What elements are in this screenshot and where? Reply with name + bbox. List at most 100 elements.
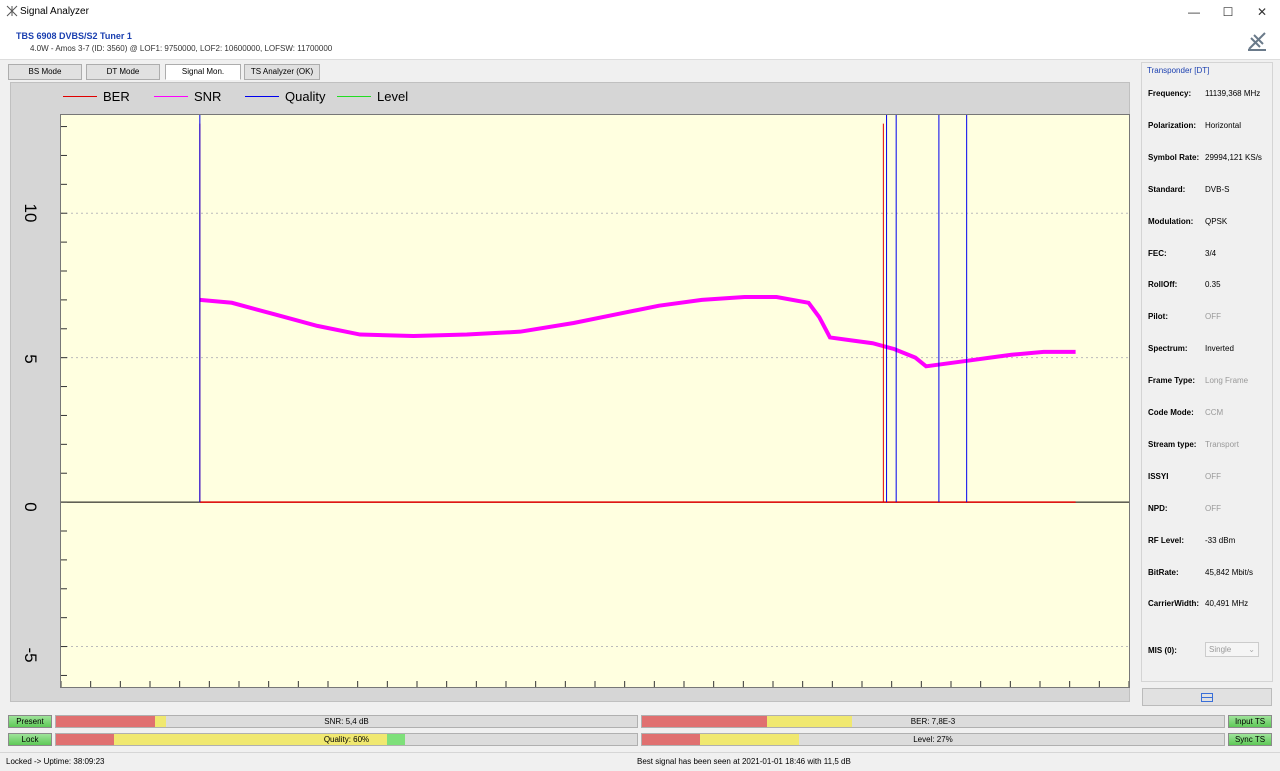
sync-ts-indicator[interactable]: Sync TS [1228, 733, 1272, 746]
transponder-field-value: OFF [1205, 312, 1221, 322]
satellite-dish-icon [1248, 32, 1266, 51]
transponder-panel: Transponder [DT] Frequency: 11139,368 MHz… [1141, 62, 1273, 682]
mis-select-value: Single [1209, 645, 1232, 654]
window-title: Signal Analyzer [20, 6, 89, 17]
transponder-field-value: Horizontal [1205, 120, 1242, 130]
transponder-row: NPD: OFF [1148, 504, 1270, 518]
satellite-info: 4.0W - Amos 3-7 (ID: 3560) @ LOF1: 97500… [30, 44, 333, 53]
quality-bar-text: Quality: 60% [323, 735, 370, 744]
transponder-field-value: 11139,368 MHz [1205, 89, 1261, 98]
app-icon [6, 5, 18, 17]
y-tick-10: 10 [21, 203, 40, 223]
tab-bs-mode[interactable]: BS Mode [8, 64, 82, 80]
present-indicator[interactable]: Present [8, 715, 52, 728]
device-name: TBS 6908 DVBS/S2 Tuner 1 [16, 31, 132, 41]
transponder-row: Polarization: Horizontal [1148, 121, 1270, 135]
series-snr-line [199, 295, 1076, 369]
transponder-field-value: DVB-S [1205, 184, 1230, 194]
tab-signal-monitor[interactable]: Signal Mon. [165, 64, 241, 80]
legend-quality: Quality [245, 89, 335, 105]
chevron-down-icon: ⌄ [1248, 645, 1255, 654]
transponder-field-value: CCM [1205, 408, 1224, 417]
transponder-field-value: Inverted [1205, 344, 1234, 354]
chart-legend: BER SNR Quality Level [11, 83, 1129, 111]
transponder-field-label: Modulation: [1148, 216, 1194, 226]
transponder-row: ISSYI OFF [1148, 472, 1270, 486]
level-bar-text: Level: 27% [913, 735, 953, 744]
transponder-field-value: OFF [1205, 471, 1221, 481]
transponder-field-label: BitRate: [1148, 567, 1179, 577]
transponder-field-label: Frame Type: [1148, 376, 1195, 386]
transponder-field-label: CarrierWidth: [1148, 599, 1200, 609]
transponder-field-value: 3/4 [1205, 248, 1217, 258]
plot-area[interactable] [60, 114, 1130, 688]
snr-bar-text: SNR: 5,4 dB [324, 717, 369, 726]
legend-level-swatch [337, 96, 371, 97]
legend-level-label: Level [377, 89, 409, 104]
window-icon [1201, 693, 1213, 702]
transponder-row: Spectrum: Inverted [1148, 344, 1270, 358]
transponder-row: Symbol Rate: 29994,121 KS/s [1148, 153, 1270, 167]
panel-toggle-button[interactable] [1142, 688, 1272, 706]
legend-snr-swatch [154, 96, 188, 97]
transponder-field-label: Pilot: [1148, 312, 1168, 322]
transponder-field-label: Spectrum: [1148, 344, 1188, 354]
legend-level: Level [337, 89, 427, 105]
ber-bar-text: BER: 7,8E-3 [910, 717, 956, 726]
legend-snr-label: SNR [194, 89, 222, 104]
transponder-field-label: Symbol Rate: [1148, 152, 1200, 162]
signal-chart-panel: BER SNR Quality Level 10 5 0 -5 [10, 82, 1130, 702]
transponder-field-label: Polarization: [1148, 120, 1197, 130]
legend-ber-swatch [63, 96, 97, 97]
transponder-field-value: Transport [1205, 439, 1239, 449]
input-ts-indicator[interactable]: Input TS [1228, 715, 1272, 728]
transponder-row: BitRate: 45,842 Mbit/s [1148, 568, 1270, 582]
title-bar: Signal Analyzer — ☐ ✕ [0, 0, 1280, 24]
transponder-row: FEC: 3/4 [1148, 249, 1270, 263]
transponder-field-value: Long Frame [1205, 376, 1249, 386]
snr-bar: SNR: 5,4 dB [55, 715, 638, 728]
transponder-row: Modulation: QPSK [1148, 217, 1270, 231]
transponder-row: Pilot: OFF [1148, 312, 1270, 326]
transponder-field-value: 45,842 Mbit/s [1205, 567, 1254, 577]
transponder-field-label: Stream type: [1148, 439, 1197, 449]
close-button[interactable]: ✕ [1245, 0, 1279, 24]
transponder-field-label: NPD: [1148, 503, 1168, 513]
status-bar: Locked -> Uptime: 38:09:23 Best signal h… [0, 752, 1280, 771]
tab-dt-mode[interactable]: DT Mode [86, 64, 160, 80]
transponder-field-value: QPSK [1205, 216, 1228, 226]
transponder-row: CarrierWidth: 40,491 MHz [1148, 599, 1270, 613]
transponder-field-label: FEC: [1148, 248, 1167, 258]
legend-quality-swatch [245, 96, 279, 97]
transponder-field-value: -33 dBm [1205, 535, 1236, 545]
legend-snr: SNR [154, 89, 244, 105]
lock-indicator[interactable]: Lock [8, 733, 52, 746]
y-tick-5: 5 [21, 354, 40, 364]
transponder-field-label: Code Mode: [1148, 408, 1194, 417]
y-tick-0: 0 [21, 502, 40, 512]
signal-status-area: Present Lock Input TS Sync TS SNR: 5,4 d… [0, 712, 1280, 752]
transponder-heading: Transponder [DT] [1147, 66, 1210, 75]
uptime-text: Locked -> Uptime: 38:09:23 [6, 757, 105, 766]
transponder-field-value: 29994,121 KS/s [1205, 152, 1262, 162]
mis-select[interactable]: Single ⌄ [1205, 642, 1259, 657]
best-signal-text: Best signal has been seen at 2021-01-01 … [637, 757, 851, 766]
transponder-field-value: OFF [1205, 503, 1221, 513]
level-bar: Level: 27% [641, 733, 1225, 746]
minimize-button[interactable]: — [1177, 0, 1211, 24]
transponder-row: RollOff: 0.35 [1148, 280, 1270, 294]
transponder-field-label: RF Level: [1148, 535, 1185, 545]
maximize-button[interactable]: ☐ [1211, 0, 1245, 24]
transponder-row: Code Mode: CCM [1148, 408, 1270, 422]
tab-ts-analyzer[interactable]: TS Analyzer (OK) [244, 64, 320, 80]
transponder-row: Stream type: Transport [1148, 440, 1270, 454]
transponder-row: Frame Type: Long Frame [1148, 376, 1270, 390]
transponder-row: Standard: DVB-S [1148, 185, 1270, 199]
quality-bar: Quality: 60% [55, 733, 638, 746]
transponder-field-label: Frequency: [1148, 89, 1192, 98]
transponder-row: Frequency: 11139,368 MHz [1148, 89, 1270, 103]
transponder-field-value: 0.35 [1205, 280, 1221, 290]
legend-quality-label: Quality [285, 89, 326, 104]
legend-ber: BER [63, 89, 153, 105]
transponder-field-label: Standard: [1148, 184, 1186, 194]
